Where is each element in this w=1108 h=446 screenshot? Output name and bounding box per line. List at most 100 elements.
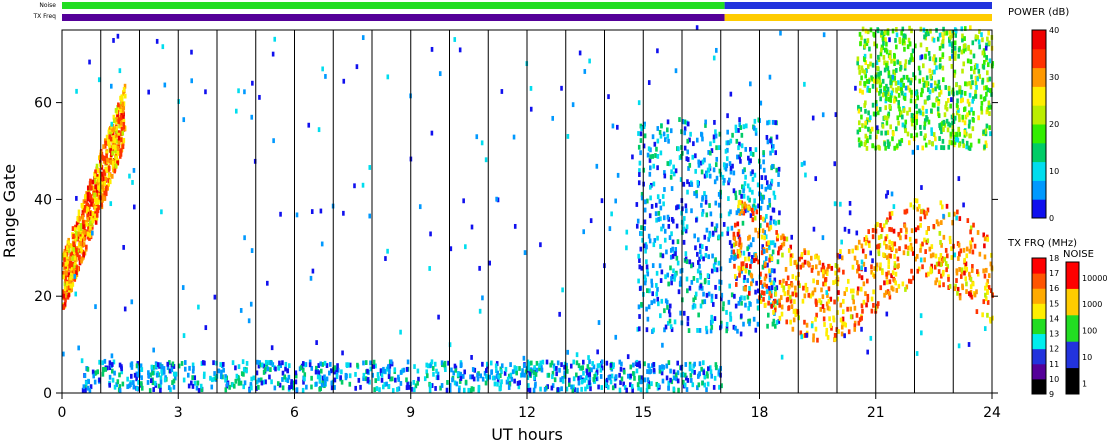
power-cell [955, 270, 959, 276]
power-cell [366, 377, 370, 382]
power-cell [910, 268, 913, 274]
power-cell [318, 378, 322, 384]
power-cell [650, 282, 654, 288]
power-cell [310, 384, 313, 390]
power-cell [462, 198, 465, 204]
power-cell [972, 53, 976, 59]
power-cell [87, 379, 90, 385]
power-cell [769, 224, 773, 230]
power-cell [888, 245, 891, 251]
power-cell [754, 327, 758, 333]
power-cell [857, 64, 861, 70]
power-cell [923, 82, 926, 88]
power-cell [654, 211, 658, 217]
power-cell [94, 200, 98, 206]
power-cell [607, 375, 611, 381]
power-cell [869, 335, 873, 341]
power-cell [220, 369, 223, 375]
power-cell [317, 127, 321, 133]
power-cell [497, 374, 500, 380]
power-cell [890, 285, 893, 291]
power-cell [955, 82, 958, 88]
power-cell [354, 371, 357, 377]
power-cell [110, 173, 114, 179]
power-cell [652, 327, 655, 333]
power-cell [635, 202, 639, 207]
power-cell [770, 303, 773, 309]
power-cell [159, 375, 163, 381]
power-cell [944, 85, 948, 90]
power-cell [639, 131, 643, 137]
power-cell [674, 272, 677, 278]
power-cell [864, 291, 867, 297]
power-cell [686, 149, 690, 155]
power-cell [750, 281, 753, 287]
power-cell [924, 142, 928, 148]
power-cell [965, 289, 968, 295]
power-cell [663, 237, 667, 243]
power-cell [341, 350, 344, 356]
power-cell [878, 79, 882, 85]
power-cell [695, 217, 698, 223]
power-cell [889, 124, 892, 130]
power-cell [759, 195, 763, 201]
power-cell [725, 163, 729, 169]
power-cell [876, 301, 880, 307]
power-cell [257, 384, 260, 390]
power-cell [861, 308, 864, 314]
power-cell [78, 216, 82, 222]
power-cell [905, 227, 908, 233]
power-cell [768, 268, 771, 274]
power-cell [386, 364, 390, 370]
power-cell [980, 105, 983, 111]
power-cell [295, 387, 299, 393]
power-cell [671, 253, 675, 259]
power-cell [909, 98, 913, 104]
power-cell [637, 144, 641, 150]
power-cell [940, 220, 943, 225]
power-cell [430, 359, 434, 365]
power-tick-label: 10 [1049, 167, 1059, 176]
power-cell [889, 253, 892, 259]
power-cell [658, 365, 662, 370]
power-cell [769, 240, 773, 246]
power-cell [937, 101, 940, 106]
power-cell [638, 172, 641, 177]
power-swatch [1032, 142, 1046, 163]
power-cell [597, 320, 601, 325]
power-cell [122, 137, 126, 143]
power-cell [920, 185, 923, 190]
power-cell [101, 155, 105, 161]
power-cell [880, 227, 884, 233]
power-cell [885, 193, 888, 199]
power-cell [582, 370, 585, 376]
power-cell [957, 47, 961, 53]
power-cell [112, 127, 115, 133]
power-cell [739, 244, 743, 250]
power-cell [895, 44, 898, 50]
power-cell [682, 239, 686, 245]
power-cell [730, 254, 733, 260]
power-cell [112, 38, 115, 43]
power-cell [897, 100, 900, 105]
power-cell [713, 119, 716, 125]
power-cell [820, 287, 823, 293]
power-cell [699, 274, 702, 280]
power-cell [748, 321, 751, 327]
power-cell [701, 196, 704, 202]
power-cell [585, 368, 589, 374]
power-cell [500, 363, 504, 369]
power-cell [958, 85, 961, 90]
power-cell [945, 30, 949, 36]
power-cell [663, 228, 667, 234]
power-cell [239, 308, 243, 313]
power-swatch [1032, 86, 1046, 106]
power-cell [880, 130, 883, 136]
power-cell [777, 181, 780, 187]
power-cell [810, 268, 814, 273]
noise-colorbar-ticks: 110100100010000 [1082, 274, 1107, 389]
power-cell [805, 322, 809, 328]
power-cell [791, 291, 795, 297]
power-cell [814, 326, 818, 332]
power-cell [108, 179, 112, 185]
